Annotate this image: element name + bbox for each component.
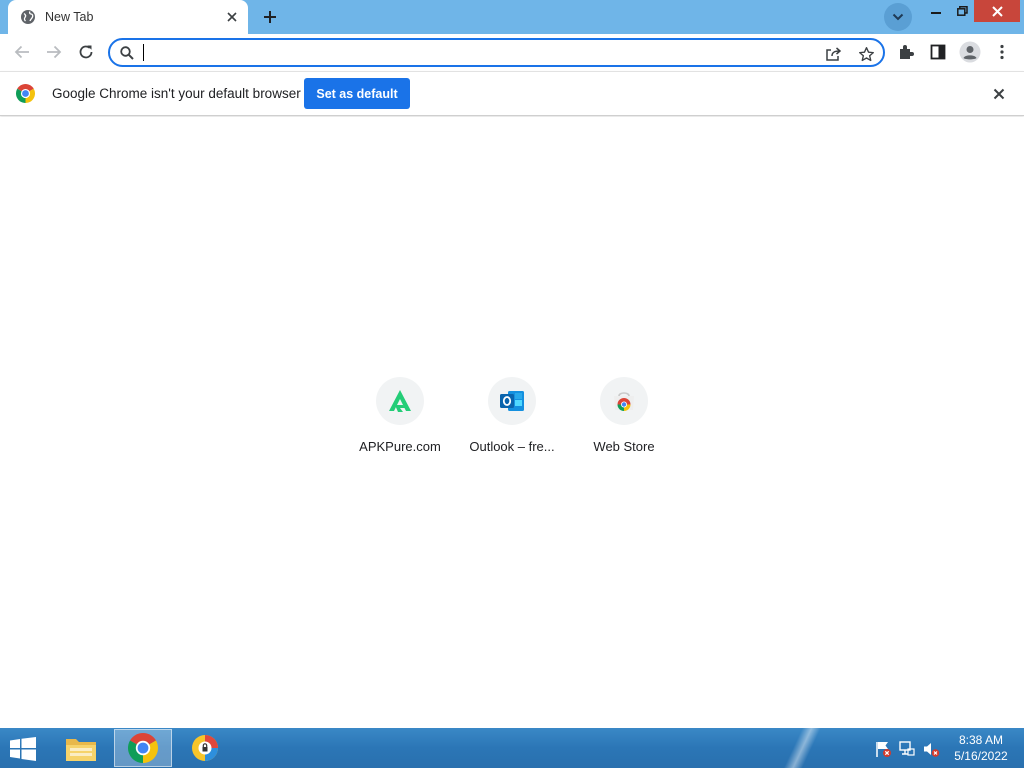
secure-browser-icon — [192, 735, 218, 761]
extensions-button[interactable] — [892, 38, 920, 66]
plus-icon — [264, 11, 276, 23]
start-button[interactable] — [6, 734, 40, 764]
shortcut-web-store[interactable]: Web Store — [568, 377, 680, 454]
restore-icon — [956, 6, 968, 16]
reload-icon — [79, 45, 93, 59]
infobar-message: Google Chrome isn't your default browser — [52, 86, 301, 101]
shortcut-tile — [600, 377, 648, 425]
tab-new-tab[interactable]: New Tab — [8, 0, 248, 34]
chrome-logo-icon — [16, 84, 35, 103]
profile-button[interactable] — [956, 38, 984, 66]
taskbar-file-explorer[interactable] — [52, 729, 110, 767]
back-button[interactable] — [8, 38, 36, 66]
set-as-default-button[interactable]: Set as default — [304, 78, 410, 109]
shortcut-label: Outlook – fre... — [469, 439, 555, 454]
minimize-button[interactable] — [922, 0, 950, 22]
chevron-down-icon — [892, 13, 904, 21]
arrow-right-icon — [47, 45, 62, 59]
text-cursor — [143, 44, 144, 61]
share-button[interactable] — [822, 43, 844, 65]
shortcut-apkpure[interactable]: APKPure.com — [344, 377, 456, 454]
taskbar-chrome[interactable] — [114, 729, 172, 767]
close-icon — [993, 88, 1005, 100]
outlook-icon — [500, 391, 524, 411]
side-panel-button[interactable] — [924, 38, 952, 66]
search-icon — [120, 46, 134, 60]
tab-title: New Tab — [45, 10, 94, 24]
tab-close-button[interactable] — [222, 7, 242, 27]
clock-date: 5/16/2022 — [954, 749, 1008, 763]
folder-icon — [66, 739, 96, 761]
clock-time: 8:38 AM — [958, 733, 1004, 747]
speaker-muted-icon[interactable] — [922, 740, 940, 758]
title-bar: New Tab — [0, 0, 1024, 34]
infobar-close-button[interactable] — [988, 83, 1010, 105]
bookmark-star-button[interactable] — [855, 43, 877, 65]
shortcut-tile — [488, 377, 536, 425]
shortcut-tile — [376, 377, 424, 425]
globe-icon — [21, 10, 35, 24]
three-dots-vertical-icon — [1000, 44, 1004, 60]
chrome-web-store-icon — [614, 392, 634, 411]
apkpure-icon — [389, 390, 411, 412]
address-input[interactable] — [142, 42, 812, 63]
puzzle-piece-icon — [900, 45, 914, 59]
close-icon — [227, 12, 237, 22]
taskbar-glare — [770, 728, 830, 768]
forward-button[interactable] — [40, 38, 68, 66]
share-icon — [825, 47, 841, 61]
window-close-button[interactable] — [974, 0, 1020, 22]
close-icon — [991, 5, 1003, 17]
profile-avatar-icon — [959, 41, 981, 63]
default-browser-infobar: Google Chrome isn't your default browser… — [0, 71, 1024, 116]
shortcut-label: APKPure.com — [359, 439, 441, 454]
new-tab-page: APKPure.com Outlook – fre... Web Store — [0, 117, 1024, 728]
side-panel-icon — [930, 44, 946, 60]
taskbar-secure-browser[interactable] — [176, 729, 234, 767]
shortcut-outlook[interactable]: Outlook – fre... — [456, 377, 568, 454]
action-center-flag-icon[interactable] — [874, 740, 892, 758]
address-bar[interactable] — [108, 38, 885, 67]
minimize-icon — [931, 12, 941, 14]
system-clock[interactable]: 8:38 AM 5/16/2022 — [948, 732, 1014, 764]
tab-search-button[interactable] — [884, 3, 912, 31]
arrow-left-icon — [14, 45, 29, 59]
new-tab-button[interactable] — [258, 6, 282, 28]
restore-button[interactable] — [950, 0, 974, 22]
shortcut-label: Web Store — [593, 439, 655, 454]
browser-toolbar — [0, 34, 1024, 71]
windows-logo-icon — [10, 737, 36, 761]
chrome-logo-icon — [128, 733, 158, 763]
taskbar: 8:38 AM 5/16/2022 — [0, 728, 1024, 768]
chrome-menu-button[interactable] — [988, 38, 1016, 66]
network-icon[interactable] — [898, 740, 916, 758]
reload-button[interactable] — [72, 38, 100, 66]
star-icon — [858, 46, 874, 61]
